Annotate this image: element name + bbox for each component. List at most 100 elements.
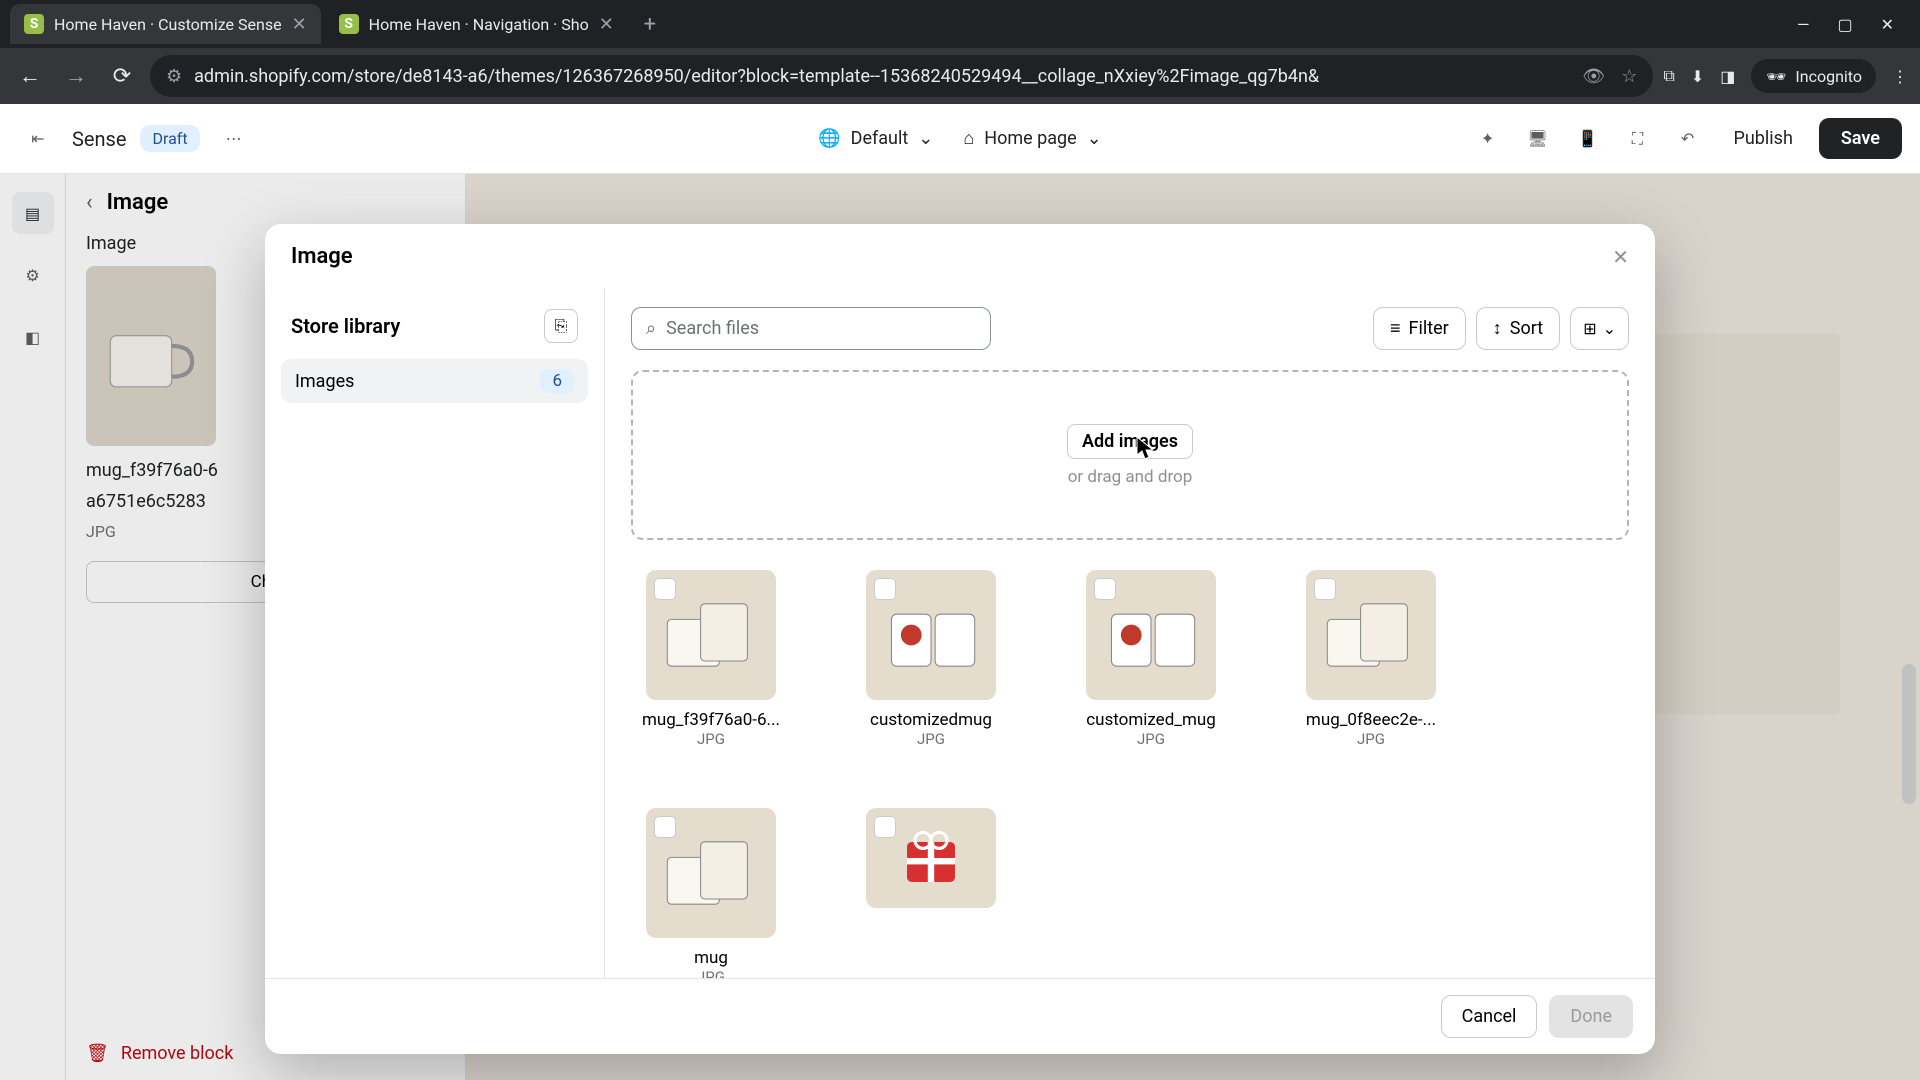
filter-label: Filter (1409, 318, 1449, 339)
image-thumb[interactable] (866, 808, 996, 908)
panel-icon[interactable]: ◨ (1720, 67, 1735, 86)
image-name: customized_mug (1086, 710, 1216, 730)
url-bar[interactable]: ⚙ admin.shopify.com/store/de8143-a6/them… (150, 55, 1653, 97)
image-checkbox[interactable] (654, 578, 676, 600)
image-picker-modal: Image ✕ Store library ⎘ Images 6 (265, 224, 1655, 1054)
image-checkbox[interactable] (1094, 578, 1116, 600)
ai-icon: ✦ (1481, 129, 1494, 148)
back-button[interactable]: ← (12, 58, 48, 94)
modal-main: ⌕ Search files ≡ Filter ↕ Sort (605, 289, 1655, 978)
dropzone-hint: or drag and drop (1068, 467, 1193, 487)
top-right-controls: ✦ 🖥 📱 ⛶ ↶ Publish Save (1468, 118, 1902, 159)
globe-icon: 🌐 (818, 128, 840, 149)
incognito-icon: 🕶 (1765, 65, 1787, 87)
image-checkbox[interactable] (1314, 578, 1336, 600)
extensions-icon[interactable]: ⧉ (1663, 66, 1674, 86)
undo-button[interactable]: ↶ (1668, 119, 1708, 159)
top-center-selectors: 🌐 Default ⌄ ⌂ Home page ⌄ (818, 128, 1102, 149)
theme-name: Sense (72, 127, 126, 151)
cancel-button[interactable]: Cancel (1441, 995, 1538, 1038)
page-selector[interactable]: ⌂ Home page ⌄ (963, 128, 1101, 149)
library-title: Store library (291, 314, 400, 338)
search-input[interactable]: ⌕ Search files (631, 307, 991, 350)
close-window-icon[interactable]: ✕ (1881, 15, 1894, 34)
reload-button[interactable]: ⟳ (104, 58, 140, 94)
close-icon[interactable]: ✕ (292, 14, 307, 35)
new-tab-button[interactable]: + (632, 6, 668, 42)
shopify-favicon: S (24, 14, 44, 34)
ai-button[interactable]: ✦ (1468, 119, 1508, 159)
image-type: JPG (697, 730, 725, 748)
library-item-count: 6 (540, 369, 574, 393)
context-selector[interactable]: 🌐 Default ⌄ (818, 128, 933, 149)
image-item[interactable]: mug_f39f76a0-6... JPG (631, 570, 791, 748)
mug-icon (879, 583, 983, 687)
modal-close-button[interactable]: ✕ (1612, 245, 1629, 269)
minimize-icon[interactable]: — (1797, 15, 1810, 34)
editor-top-bar: ⇤ Sense Draft ⋯ 🌐 Default ⌄ ⌂ Home page … (0, 104, 1920, 174)
chevron-down-icon: ⌄ (1603, 319, 1616, 338)
mug-icon (1319, 583, 1423, 687)
add-images-button[interactable]: Add images (1067, 424, 1193, 459)
scrollbar-thumb[interactable] (1902, 664, 1916, 804)
sort-icon: ↕ (1493, 318, 1502, 339)
save-button[interactable]: Save (1819, 118, 1902, 159)
filter-button[interactable]: ≡ Filter (1373, 307, 1466, 350)
tab-title: Home Haven · Navigation · Sho (369, 15, 589, 34)
downloads-icon[interactable]: ⬇ (1691, 67, 1704, 86)
image-checkbox[interactable] (654, 816, 676, 838)
modal-footer: Cancel Done (265, 978, 1655, 1054)
mobile-view-button[interactable]: 📱 (1568, 119, 1608, 159)
image-thumb[interactable] (1086, 570, 1216, 700)
bookmark-icon[interactable]: ☆ (1621, 66, 1637, 87)
home-icon: ⌂ (963, 128, 974, 149)
image-name: mug (694, 948, 728, 968)
more-actions-button[interactable]: ⋯ (214, 119, 254, 159)
fullscreen-button[interactable]: ⛶ (1618, 119, 1658, 159)
url-text: admin.shopify.com/store/de8143-a6/themes… (194, 66, 1319, 87)
image-type: JPG (697, 968, 725, 978)
browser-tab[interactable]: S Home Haven · Navigation · Sho ✕ (325, 4, 628, 44)
page-scrollbar[interactable] (1900, 104, 1918, 1080)
tab-title: Home Haven · Customize Sense (54, 15, 282, 34)
browser-toolbar-right: ⧉ ⬇ ◨ 🕶 Incognito ⋮ (1663, 59, 1908, 93)
undo-icon: ↶ (1681, 129, 1694, 148)
image-name: mug_f39f76a0-6... (642, 710, 780, 730)
image-item[interactable]: customizedmug JPG (851, 570, 1011, 748)
publish-button[interactable]: Publish (1718, 118, 1809, 159)
browser-tab-active[interactable]: S Home Haven · Customize Sense ✕ (10, 4, 321, 44)
image-thumb[interactable] (646, 808, 776, 938)
modal-toolbar: ⌕ Search files ≡ Filter ↕ Sort (631, 307, 1629, 350)
dropzone[interactable]: Add images or drag and drop (631, 370, 1629, 540)
image-item[interactable]: mug_0f8eec2e-... JPG (1291, 570, 1451, 748)
close-icon[interactable]: ✕ (599, 14, 614, 35)
image-thumb[interactable] (1306, 570, 1436, 700)
mobile-icon: 📱 (1578, 129, 1598, 148)
sort-button[interactable]: ↕ Sort (1476, 307, 1560, 350)
exit-editor-button[interactable]: ⇤ (18, 119, 58, 159)
image-checkbox[interactable] (874, 578, 896, 600)
site-settings-icon[interactable]: ⚙ (166, 66, 182, 87)
desktop-view-button[interactable]: 🖥 (1518, 119, 1558, 159)
maximize-icon[interactable]: ▢ (1837, 15, 1852, 34)
image-item[interactable]: customized_mug JPG (1071, 570, 1231, 748)
search-icon: ⌕ (646, 318, 656, 339)
image-thumb[interactable] (646, 570, 776, 700)
page-label: Home page (984, 128, 1076, 149)
image-thumb[interactable] (866, 570, 996, 700)
library-item-images[interactable]: Images 6 (281, 359, 588, 403)
image-checkbox[interactable] (874, 816, 896, 838)
shopify-favicon: S (339, 14, 359, 34)
incognito-badge[interactable]: 🕶 Incognito (1751, 59, 1876, 93)
eye-off-icon[interactable]: 👁 (1582, 66, 1605, 87)
library-link-button[interactable]: ⎘ (544, 309, 578, 343)
view-toggle-button[interactable]: ⊞ ⌄ (1570, 307, 1629, 350)
mug-icon (659, 583, 763, 687)
desktop-icon: 🖥 (1527, 129, 1547, 148)
image-item[interactable]: mug JPG (631, 808, 791, 978)
dots-icon: ⋯ (226, 129, 242, 148)
image-item[interactable] (851, 808, 1011, 978)
modal-overlay[interactable]: Image ✕ Store library ⎘ Images 6 (0, 174, 1920, 1080)
menu-icon[interactable]: ⋮ (1892, 67, 1908, 86)
forward-button: → (58, 58, 94, 94)
